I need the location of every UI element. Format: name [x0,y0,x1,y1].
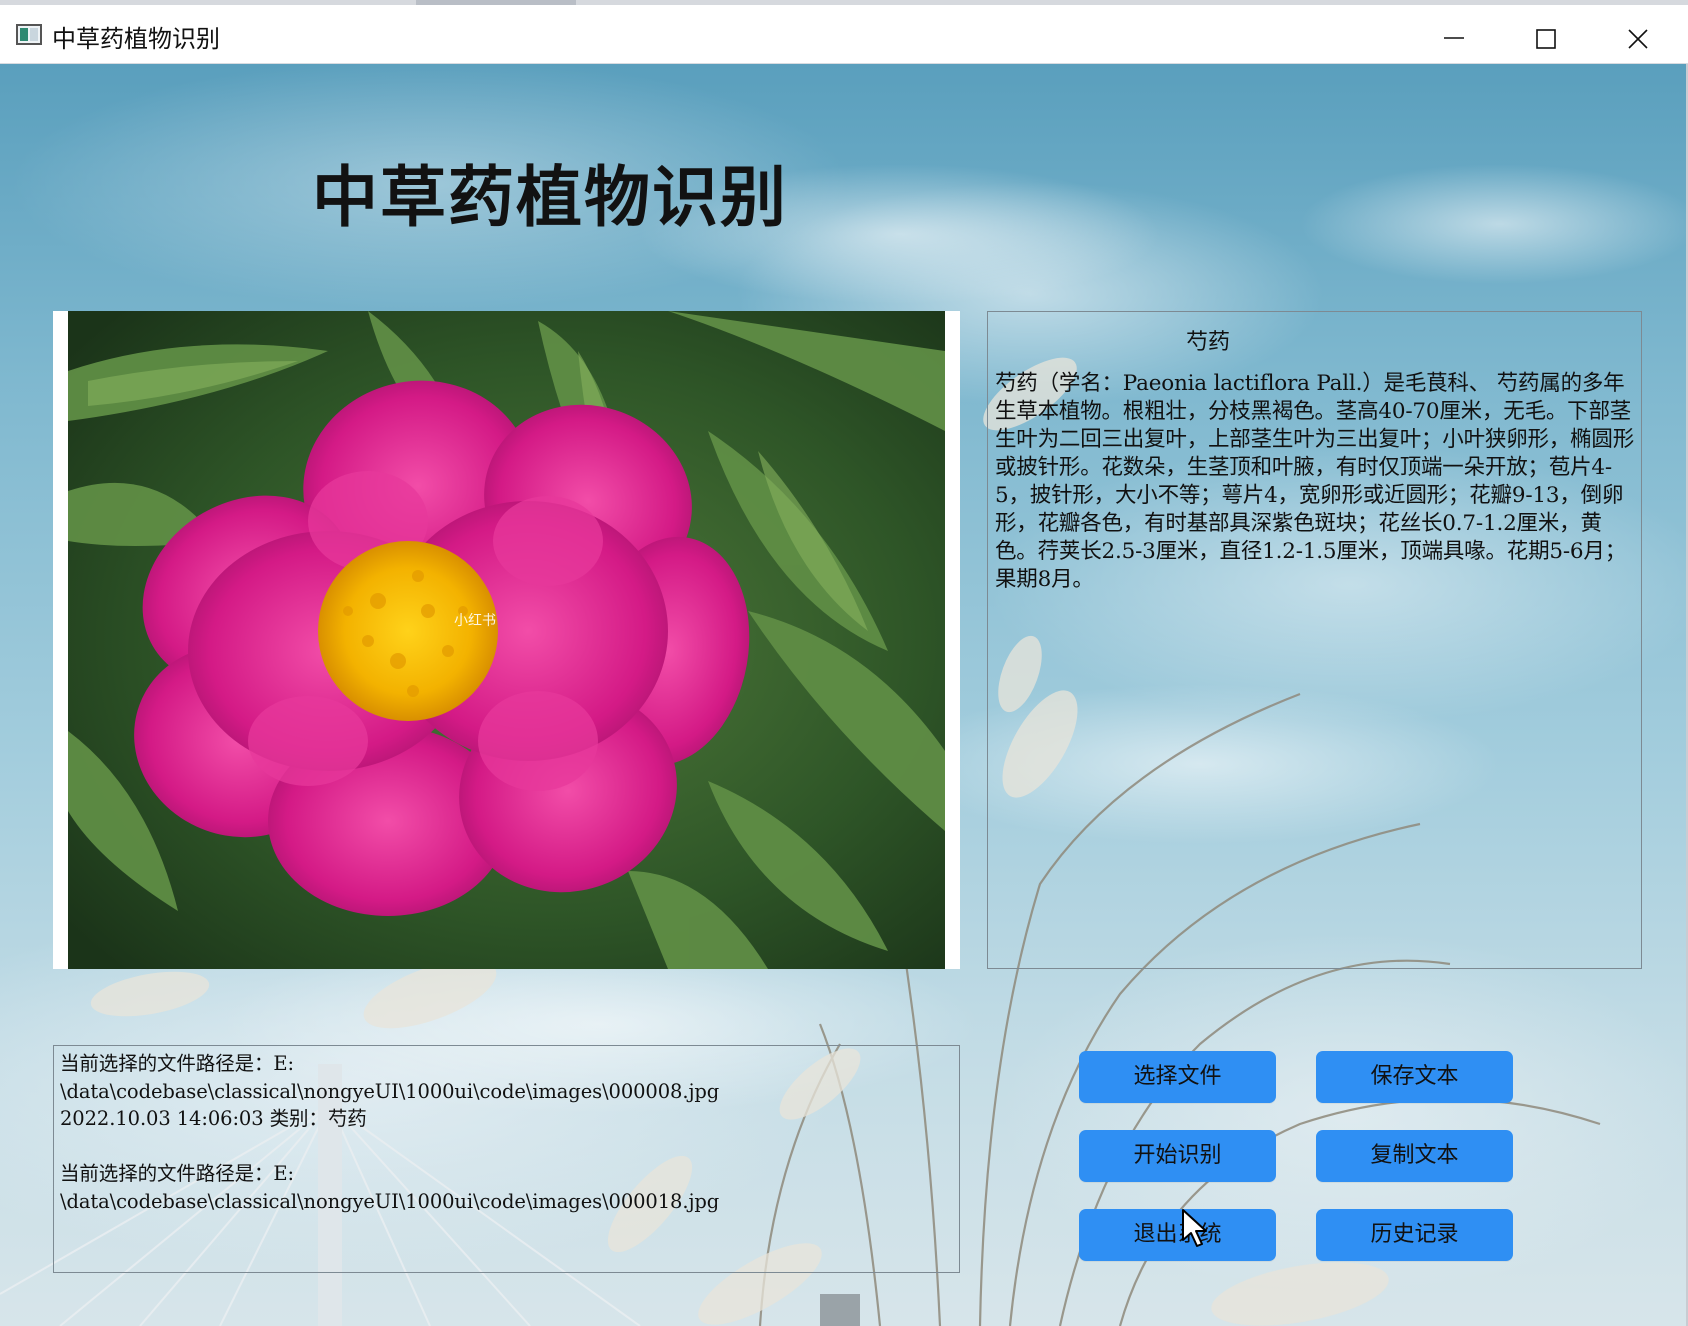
history-button[interactable]: 历史记录 [1316,1209,1513,1261]
mouse-cursor-icon [1182,1209,1207,1247]
log-panel[interactable]: 当前选择的文件路径是：E: \data\codebase\classical\n… [53,1045,960,1273]
select-file-button[interactable]: 选择文件 [1079,1051,1276,1103]
main-area: 中草药植物识别 小红书 芍药 芍药（学名：Paeonia lactiflora … [0,64,1686,1326]
watermark: 小红书 [454,613,496,629]
peony-photo: 小红书 [68,311,945,969]
image-display: 小红书 [53,311,960,969]
save-text-button[interactable]: 保存文本 [1316,1051,1513,1103]
maximize-button[interactable] [1500,10,1592,68]
title-bar[interactable]: 中草药植物识别 [0,5,1688,64]
start-recognition-button[interactable]: 开始识别 [1079,1130,1276,1182]
window-title: 中草药植物识别 [52,25,220,53]
maximize-icon [1536,29,1556,49]
plant-description: 芍药（学名：Paeonia lactiflora Pall.）是毛茛科、 芍药属… [995,371,1635,592]
copy-text-button[interactable]: 复制文本 [1316,1130,1513,1182]
plant-name: 芍药 [1185,330,1230,355]
description-panel: 芍药 芍药（学名：Paeonia lactiflora Pall.）是毛茛科、 … [987,311,1642,969]
close-button[interactable] [1592,10,1684,68]
minimize-icon [1444,37,1464,39]
close-icon [1628,29,1648,49]
app-window-icon [16,24,42,45]
exit-system-button[interactable]: 退出系统 [1079,1209,1276,1261]
app-window: 中草药植物识别 中草药植物识别 小红书 芍药 芍药（学名：Paeonia lac… [0,0,1688,1326]
minimize-button[interactable] [1408,10,1500,68]
log-text: 当前选择的文件路径是：E: \data\codebase\classical\n… [60,1052,720,1213]
page-title: 中草药植物识别 [312,159,788,236]
